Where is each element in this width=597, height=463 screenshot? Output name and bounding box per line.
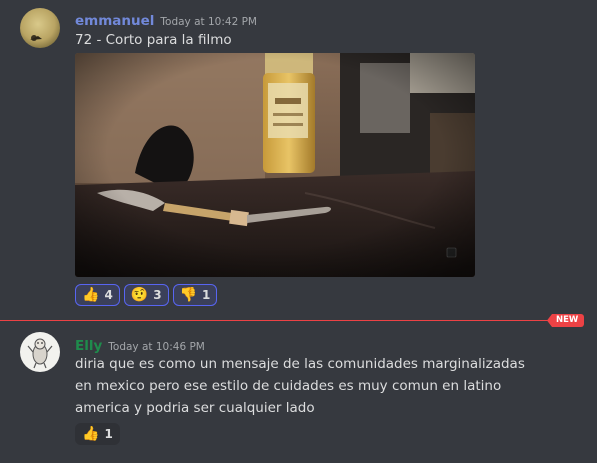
reactions-bar: 👍 4 🤨 3 👎 1 — [75, 284, 218, 306]
thinking-face-icon: 🤨 — [130, 287, 149, 303]
attachment-image — [75, 53, 475, 277]
image-attachment[interactable] — [75, 53, 475, 277]
message-text: diria que es como un mensaje de las comu… — [75, 356, 525, 416]
username[interactable]: Elly — [75, 338, 102, 354]
reaction-thinking-face[interactable]: 🤨 3 — [123, 284, 169, 306]
reaction-count: 3 — [153, 288, 162, 302]
avatar[interactable] — [20, 8, 60, 48]
new-badge: NEW — [547, 314, 585, 327]
reaction-thumbs-up[interactable]: 👍 1 — [75, 423, 120, 445]
new-messages-divider — [0, 320, 560, 321]
reaction-count: 1 — [202, 288, 211, 302]
thumbs-down-icon: 👎 — [179, 287, 198, 303]
avatar[interactable] — [20, 332, 60, 372]
message-header: Elly Today at 10:46 PM — [75, 335, 205, 354]
username[interactable]: emmanuel — [75, 13, 154, 29]
thumbs-up-icon: 👍 — [82, 426, 100, 442]
reaction-thumbs-down[interactable]: 👎 1 — [172, 284, 218, 306]
reaction-count: 4 — [104, 288, 113, 302]
timestamp: Today at 10:42 PM — [160, 16, 257, 28]
thumbs-up-icon: 👍 — [82, 287, 100, 303]
reaction-count: 1 — [104, 427, 113, 441]
message-text: 72 - Corto para la filmo — [75, 32, 232, 48]
message-header: emmanuel Today at 10:42 PM — [75, 10, 257, 29]
reaction-thumbs-up[interactable]: 👍 4 — [75, 284, 120, 306]
timestamp: Today at 10:46 PM — [108, 341, 205, 353]
reactions-bar: 👍 1 — [75, 423, 120, 445]
